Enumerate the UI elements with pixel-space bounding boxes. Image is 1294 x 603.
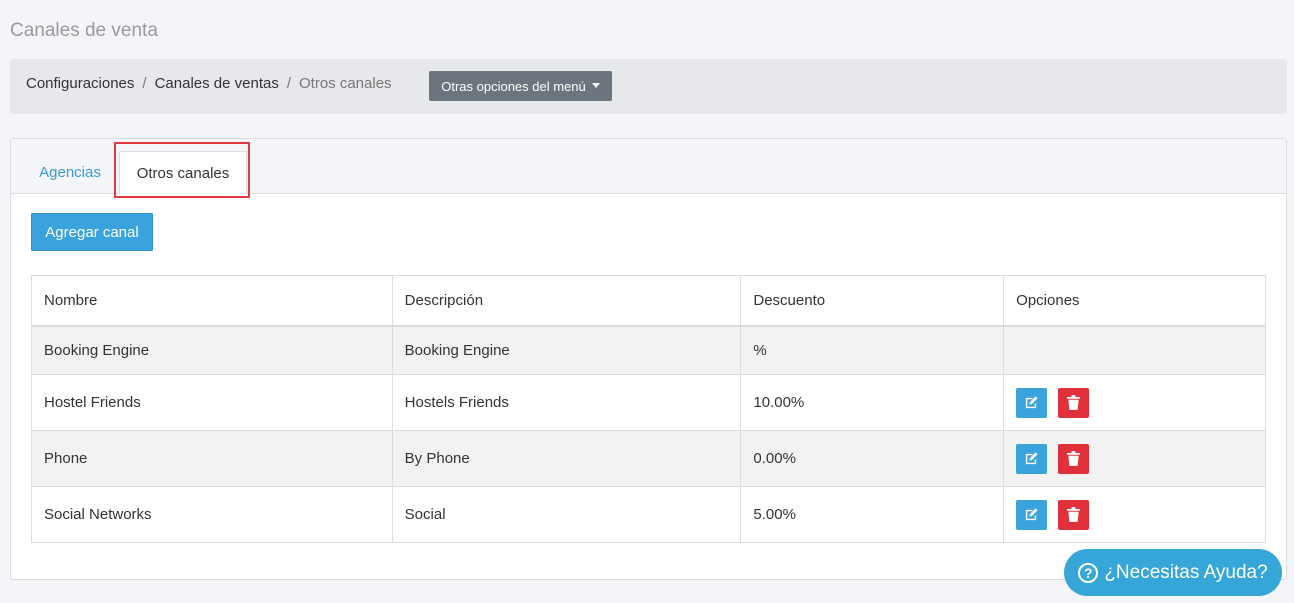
tabs-bar: Agencias Otros canales	[11, 139, 1286, 198]
channels-table: Nombre Descripción Descuento Opciones Bo…	[31, 275, 1266, 543]
help-button[interactable]: ? ¿Necesitas Ayuda?	[1064, 549, 1282, 596]
breadcrumb-item-current: Otros canales	[299, 75, 392, 92]
cell-descuento: 5.00%	[740, 486, 1005, 543]
cell-nombre: Phone	[31, 430, 393, 487]
trash-icon	[1067, 507, 1081, 522]
table-row: Booking Engine Booking Engine %	[31, 325, 1266, 375]
cell-nombre: Social Networks	[31, 486, 393, 543]
table-row: Phone By Phone 0.00%	[31, 430, 1266, 487]
row-actions	[1016, 443, 1253, 474]
breadcrumb-bar: Configuraciones / Canales de ventas / Ot…	[10, 59, 1287, 114]
row-actions	[1016, 387, 1253, 418]
tab-otros-canales[interactable]: Otros canales	[119, 151, 247, 195]
table-row: Social Networks Social 5.00%	[31, 486, 1266, 543]
cell-descripcion: Social	[391, 486, 742, 543]
header-descuento: Descuento	[740, 275, 1005, 327]
table-row: Hostel Friends Hostels Friends 10.00%	[31, 374, 1266, 431]
edit-button[interactable]	[1016, 499, 1048, 530]
cell-descripcion: Hostels Friends	[391, 374, 742, 431]
edit-icon	[1026, 508, 1038, 521]
breadcrumb-separator: /	[142, 75, 147, 92]
page-title: Canales de venta	[10, 20, 158, 41]
delete-button[interactable]	[1058, 443, 1090, 474]
question-circle-icon: ?	[1078, 562, 1099, 583]
header-opciones: Opciones	[1003, 275, 1266, 327]
edit-button[interactable]	[1016, 387, 1048, 418]
cell-descuento: 0.00%	[740, 430, 1005, 487]
cell-opciones	[1003, 486, 1266, 543]
tab-agencias[interactable]: Agencias	[27, 151, 113, 194]
header-nombre: Nombre	[31, 275, 393, 327]
delete-button[interactable]	[1058, 387, 1090, 418]
row-actions	[1016, 499, 1253, 530]
cell-nombre: Hostel Friends	[31, 374, 393, 431]
breadcrumb-item-canales-de-ventas[interactable]: Canales de ventas	[155, 75, 279, 92]
cell-descripcion: By Phone	[391, 430, 742, 487]
breadcrumb-item-configuraciones[interactable]: Configuraciones	[26, 75, 134, 92]
cell-descripcion: Booking Engine	[391, 325, 742, 375]
channels-panel: Agencias Otros canales Agregar canal Nom…	[10, 138, 1287, 580]
cell-opciones	[1003, 374, 1266, 431]
edit-icon	[1026, 396, 1038, 409]
edit-icon	[1026, 452, 1038, 465]
caret-down-icon	[591, 82, 600, 88]
cell-descuento: %	[740, 325, 1005, 375]
cell-opciones	[1003, 430, 1266, 487]
add-channel-button[interactable]: Agregar canal	[31, 213, 153, 251]
menu-button-label: Otras opciones del menú	[441, 78, 586, 94]
cell-opciones	[1003, 325, 1266, 375]
header-descripcion: Descripción	[391, 275, 742, 327]
other-menu-options-button[interactable]: Otras opciones del menú	[429, 71, 612, 101]
trash-icon	[1067, 395, 1081, 410]
breadcrumb: Configuraciones / Canales de ventas / Ot…	[26, 75, 392, 92]
breadcrumb-separator: /	[286, 75, 291, 92]
trash-icon	[1067, 451, 1081, 466]
edit-button[interactable]	[1016, 443, 1048, 474]
delete-button[interactable]	[1058, 499, 1090, 530]
table-header-row: Nombre Descripción Descuento Opciones	[31, 275, 1266, 327]
cell-nombre: Booking Engine	[31, 325, 393, 375]
cell-descuento: 10.00%	[740, 374, 1005, 431]
help-button-label: ¿Necesitas Ayuda?	[1104, 561, 1268, 583]
